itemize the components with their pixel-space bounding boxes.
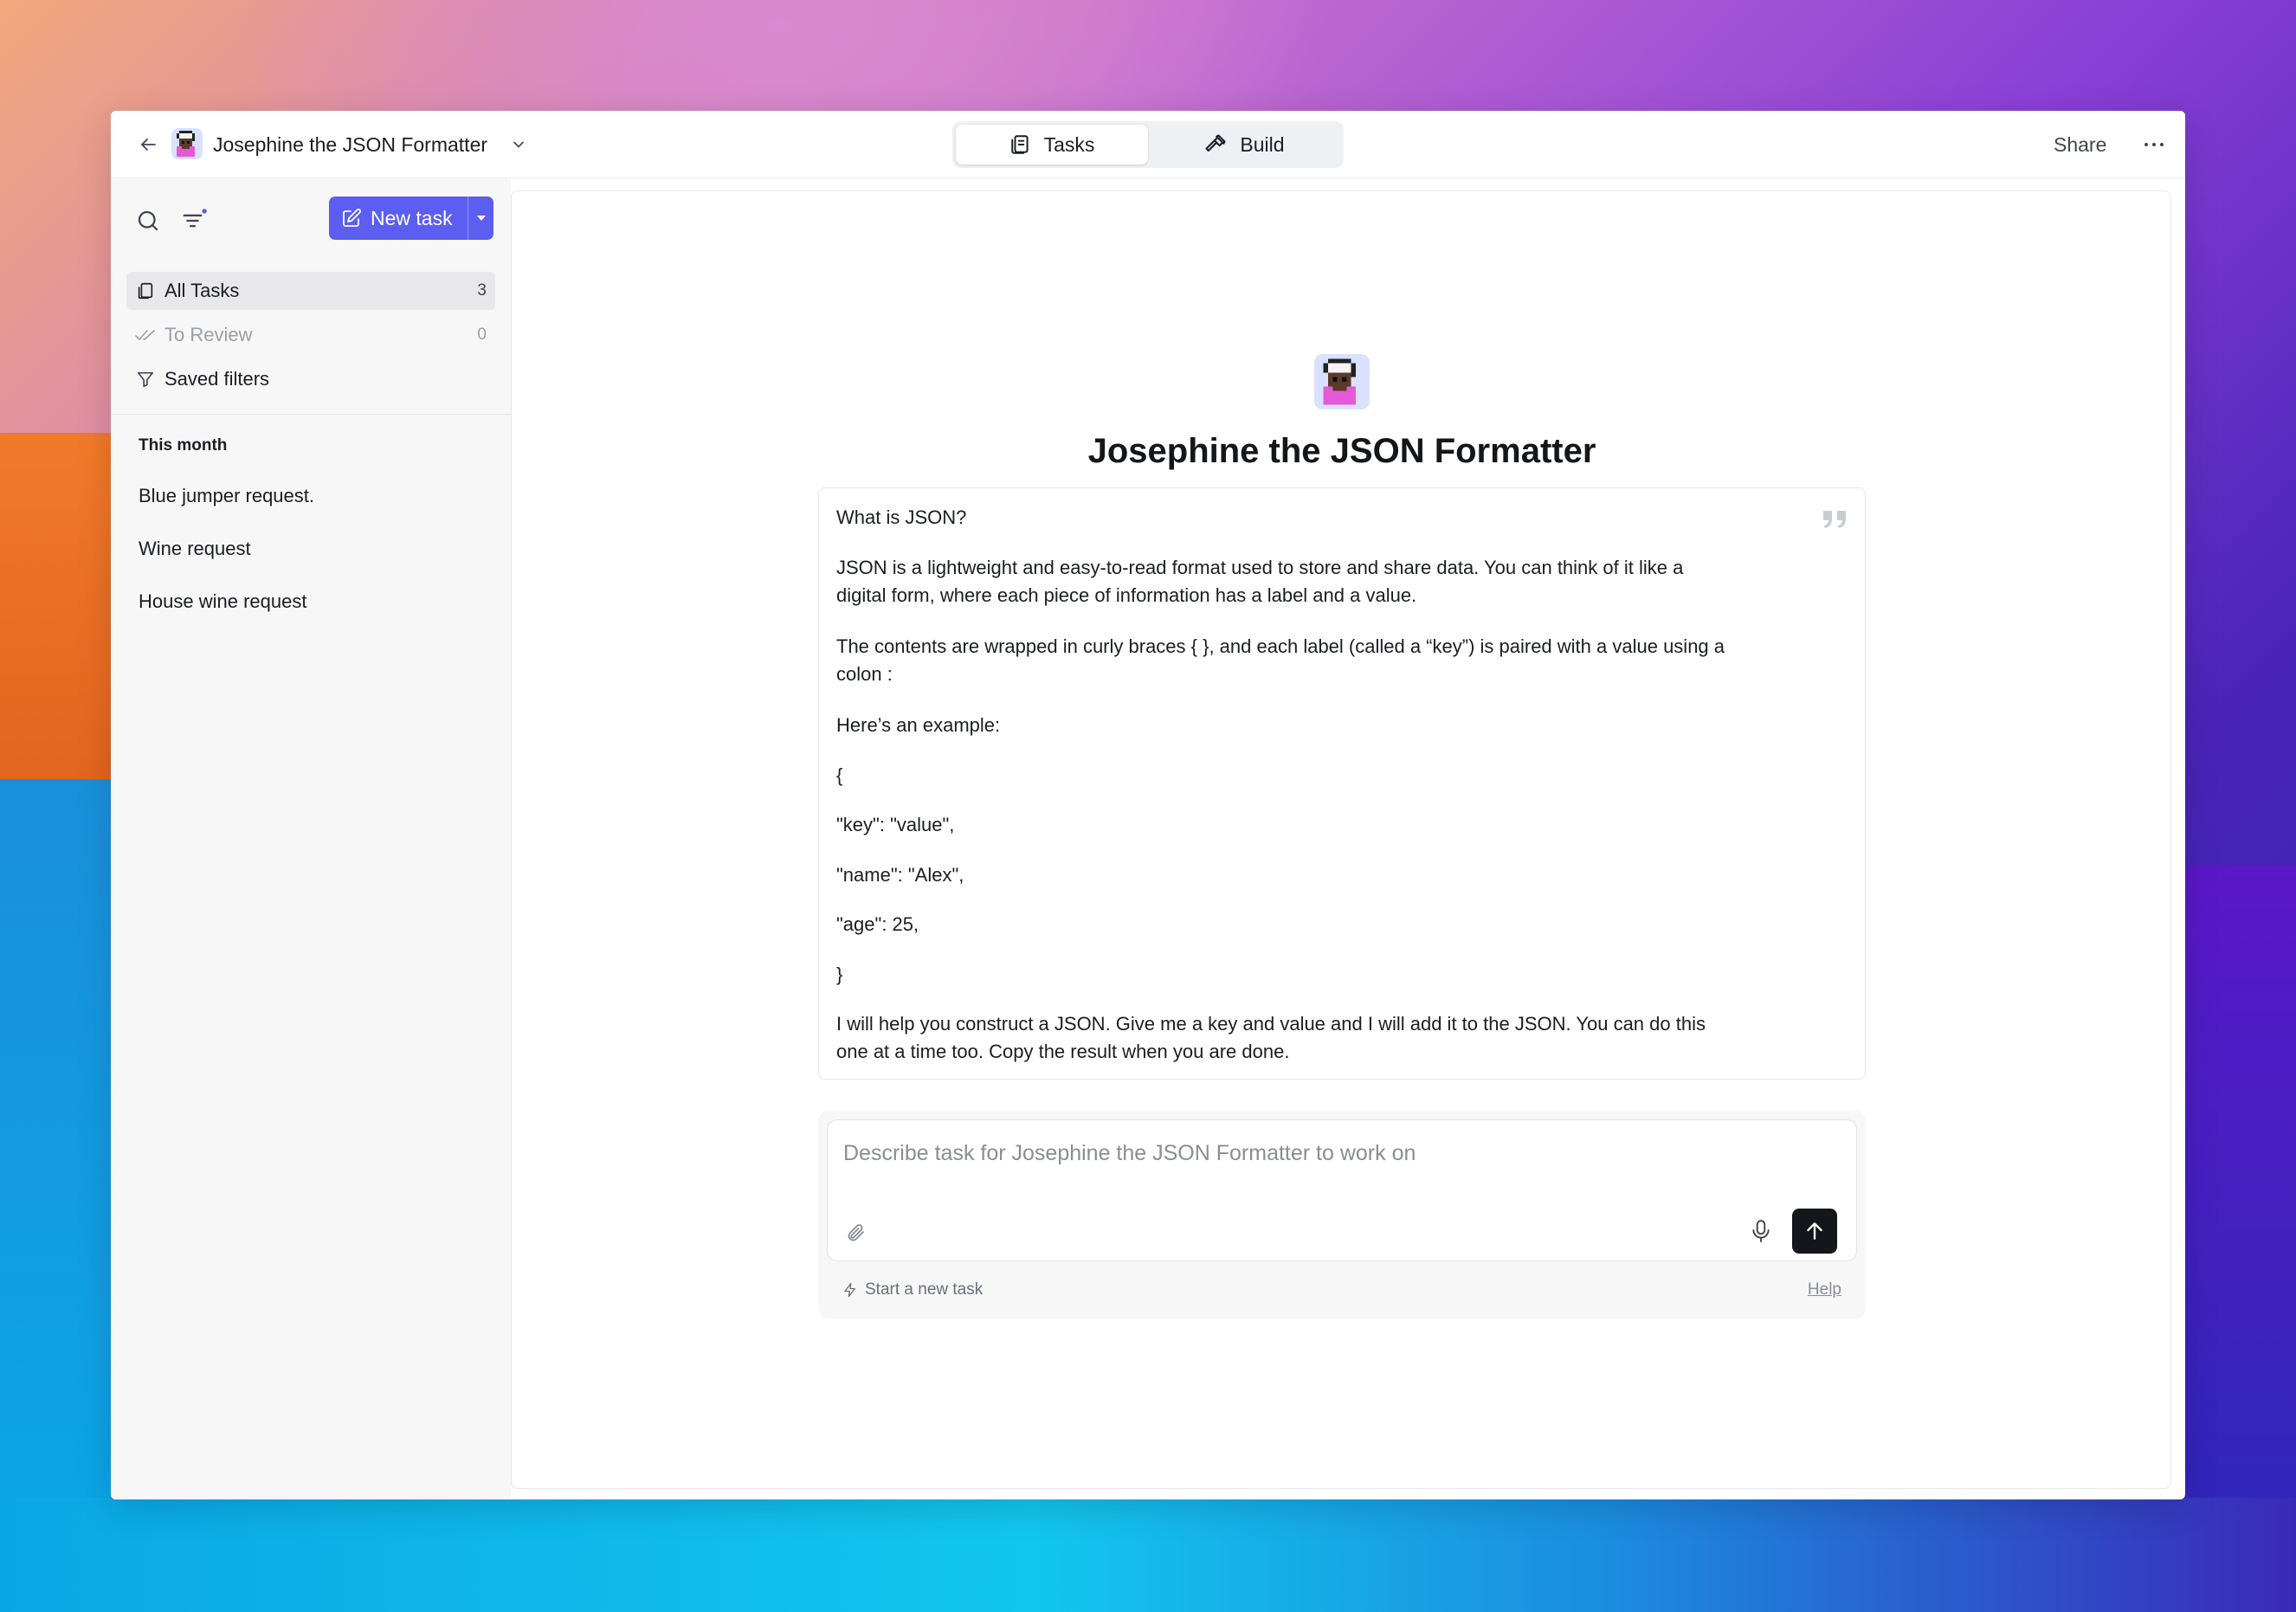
microphone-button[interactable] <box>1744 1214 1778 1248</box>
nav-all-tasks-label: All Tasks <box>164 280 240 301</box>
task-item[interactable]: Blue jumper request. <box>139 485 314 507</box>
filter-button[interactable] <box>178 204 211 237</box>
tab-build[interactable]: Build <box>1148 125 1340 164</box>
main-panel: Josephine the JSON Formatter What is JSO… <box>511 190 2171 1489</box>
send-button[interactable] <box>1792 1209 1837 1254</box>
start-new-task-label: Start a new task <box>865 1280 984 1299</box>
new-task-button[interactable]: New task <box>329 197 493 240</box>
quote-icon[interactable] <box>1822 507 1849 532</box>
copy-icon <box>135 280 156 301</box>
tab-tasks[interactable]: Tasks <box>956 125 1148 164</box>
composer <box>827 1119 1857 1261</box>
mode-switch: Tasks Build <box>952 121 1344 168</box>
task-input[interactable] <box>843 1136 1839 1170</box>
task-item[interactable]: Wine request <box>139 538 251 560</box>
more-options-button[interactable] <box>2137 130 2171 159</box>
arrow-left-icon <box>141 139 156 151</box>
hammer-icon <box>1205 134 1226 152</box>
nav-to-review[interactable]: To Review 0 <box>126 316 495 354</box>
prompt-line: "age": 25, <box>836 913 919 935</box>
funnel-icon <box>135 369 156 390</box>
agent-avatar <box>171 128 203 159</box>
share-button[interactable]: Share <box>2054 132 2106 158</box>
new-task-label: New task <box>371 206 453 229</box>
new-task-dropdown[interactable] <box>468 197 493 240</box>
prompt-line: Here’s an example: <box>836 714 1001 736</box>
section-title: This month <box>139 436 228 455</box>
filter-lines-icon <box>183 209 207 228</box>
paperclip-icon <box>848 1224 864 1241</box>
help-link[interactable]: Help <box>1808 1280 1841 1299</box>
new-task-main[interactable]: New task <box>329 197 468 240</box>
prompt-line: { <box>836 764 843 786</box>
prompt-line: I will help you construct a JSON. Give m… <box>836 1013 1706 1062</box>
start-new-task-link[interactable]: Start a new task <box>842 1280 983 1299</box>
agent-name[interactable]: Josephine the JSON Formatter <box>213 132 487 158</box>
double-check-icon <box>135 325 156 345</box>
nav-saved-filters[interactable]: Saved filters <box>126 360 495 398</box>
composer-area: Start a new task Help <box>818 1111 1866 1319</box>
prompt-line: } <box>836 964 843 985</box>
tab-build-label: Build <box>1240 132 1285 156</box>
agent-menu-toggle[interactable] <box>506 132 532 158</box>
app-window: Josephine the JSON Formatter Tasks Build… <box>111 111 2185 1499</box>
top-bar: Josephine the JSON Formatter Tasks Build… <box>111 111 2185 178</box>
pixel-avatar-icon <box>171 128 203 159</box>
back-button[interactable] <box>133 130 163 159</box>
chevron-down-icon <box>513 141 524 148</box>
prompt-line: "key": "value", <box>836 814 955 835</box>
prompt-line: "name": "Alex", <box>836 864 964 886</box>
search-icon <box>138 210 158 231</box>
nav-saved-filters-label: Saved filters <box>164 368 270 390</box>
prompt-card: What is JSON? JSON is a lightweight and … <box>818 487 1866 1080</box>
pixel-avatar-icon <box>1314 354 1370 409</box>
nav-to-review-label: To Review <box>164 324 253 345</box>
prompt-line: The contents are wrapped in curly braces… <box>836 635 1725 685</box>
nav-all-tasks-count: 3 <box>477 281 487 300</box>
task-item[interactable]: House wine request <box>139 590 306 613</box>
nav-all-tasks[interactable]: All Tasks 3 <box>126 272 495 310</box>
nav-to-review-count: 0 <box>477 326 487 344</box>
sidebar-divider <box>111 414 511 415</box>
arrow-up-icon <box>1807 1222 1822 1240</box>
ellipsis-icon <box>2144 143 2164 146</box>
attach-button[interactable] <box>840 1217 871 1248</box>
microphone-icon <box>1752 1220 1770 1242</box>
tab-tasks-label: Tasks <box>1043 132 1095 156</box>
prompt-line: JSON is a lightweight and easy-to-read f… <box>836 557 1684 606</box>
tasks-icon <box>1010 135 1029 154</box>
search-button[interactable] <box>132 204 164 237</box>
prompt-line: What is JSON? <box>836 506 967 528</box>
edit-icon <box>343 209 361 227</box>
agent-avatar-large <box>1314 354 1370 409</box>
lightning-icon <box>844 1282 855 1298</box>
caret-down-icon <box>476 216 486 221</box>
page-title: Josephine the JSON Formatter <box>1087 432 1596 470</box>
sidebar: New task All Tasks 3 To Review 0 Saved f <box>111 178 511 1499</box>
